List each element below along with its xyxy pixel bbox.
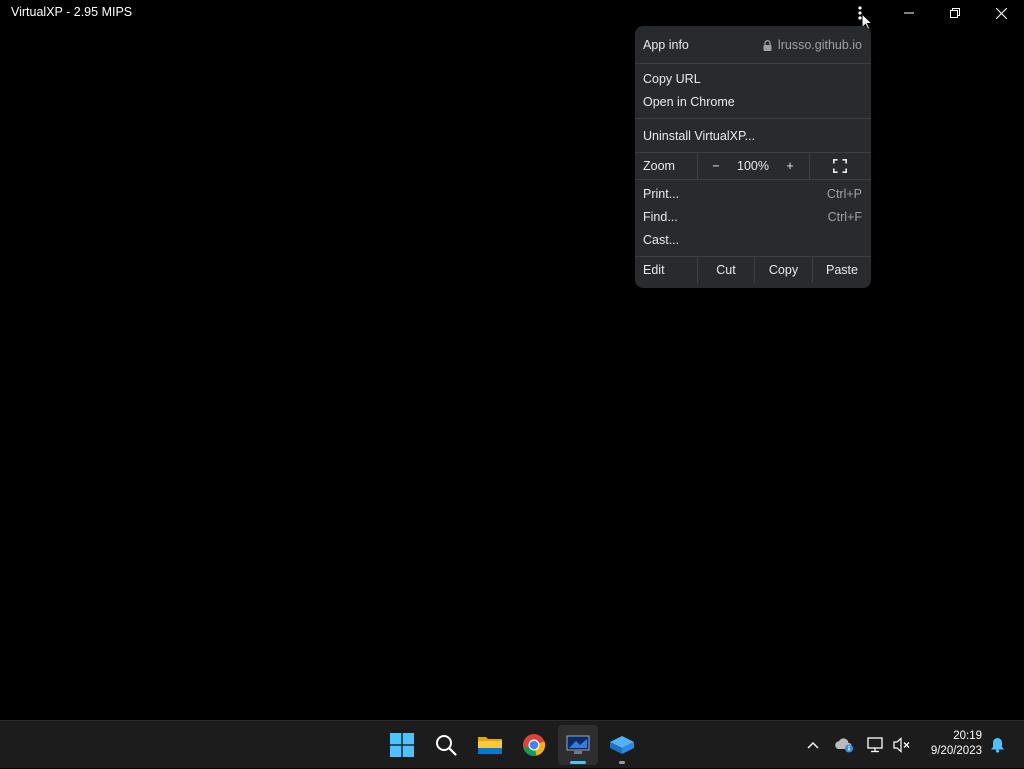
site-info[interactable]: lrusso.github.io [763,34,862,56]
copy-url-label: Copy URL [643,72,701,86]
chrome-button[interactable] [514,725,554,765]
app-icon [610,736,634,754]
network-icon [867,737,883,753]
cast-item[interactable]: Cast... [635,229,871,251]
menu-divider [635,63,871,64]
restore-icon [950,8,960,18]
zoom-out-button[interactable]: − [701,153,731,179]
open-in-chrome-label: Open in Chrome [643,95,735,109]
bell-icon [990,738,1004,753]
windows-start-icon [390,733,414,757]
site-domain: lrusso.github.io [777,38,862,52]
show-hidden-icons-button[interactable] [802,721,824,769]
zoom-row: Zoom − 100% + [635,153,871,179]
uninstall-item[interactable]: Uninstall VirtualXP... [635,125,871,147]
title-bar: VirtualXP - 2.95 MIPS [0,0,1024,31]
search-icon [436,735,457,756]
clock-date: 9/20/2023 [930,745,982,757]
minimize-button[interactable] [886,0,932,26]
clock[interactable]: 20:19 9/20/2023 [918,729,982,759]
print-shortcut: Ctrl+P [826,187,862,201]
notifications-button[interactable] [986,721,1008,769]
fullscreen-icon [833,159,847,173]
paste-button[interactable]: Paste [813,257,871,283]
find-item[interactable]: Find... Ctrl+F [635,206,871,228]
cut-button[interactable]: Cut [698,257,754,283]
divider [697,153,698,179]
virtualxp-icon [566,735,590,754]
zoom-in-button[interactable]: + [775,153,805,179]
edit-label: Edit [643,263,665,277]
running-indicator [619,761,625,764]
edit-row: Edit Cut Copy Paste [635,257,871,283]
restore-button[interactable] [932,0,978,26]
copy-button[interactable]: Copy [755,257,812,283]
find-shortcut: Ctrl+F [827,210,862,224]
zoom-level: 100% [737,159,769,173]
print-item[interactable]: Print... Ctrl+P [635,183,871,205]
taskbar: 20:19 9/20/2023 [0,720,1024,768]
start-button[interactable] [382,725,422,765]
app-button[interactable] [602,725,642,765]
virtualxp-button[interactable] [558,725,598,765]
volume-muted-icon [893,737,910,753]
lock-icon [763,39,772,51]
network-button[interactable] [864,721,888,769]
cloud-info-icon [835,738,853,753]
onedrive-button[interactable] [832,721,856,769]
app-info-label: App info [643,38,689,52]
clock-time: 20:19 [953,730,982,742]
copy-url-item[interactable]: Copy URL [635,68,871,90]
divider [809,153,810,179]
app-menu: App info lrusso.github.io Copy URL Open … [635,26,871,288]
print-label: Print... [643,187,680,201]
chevron-up-icon [807,742,819,749]
chrome-icon [523,734,546,757]
close-button[interactable] [978,0,1024,26]
open-in-chrome-item[interactable]: Open in Chrome [635,91,871,113]
file-explorer-button[interactable] [470,725,510,765]
active-indicator [570,761,586,764]
minimize-icon [904,12,914,14]
volume-button[interactable] [890,721,914,769]
menu-divider [635,179,871,180]
zoom-label: Zoom [643,159,675,173]
menu-divider [635,118,871,119]
search-button[interactable] [426,725,466,765]
uninstall-label: Uninstall VirtualXP... [643,129,756,143]
find-label: Find... [643,210,678,224]
close-icon [995,7,1007,19]
window-title: VirtualXP - 2.95 MIPS [11,5,133,19]
cast-label: Cast... [643,233,680,247]
fullscreen-button[interactable] [811,153,869,179]
app-info-item[interactable]: App info lrusso.github.io [635,34,871,56]
folder-icon [478,737,502,754]
